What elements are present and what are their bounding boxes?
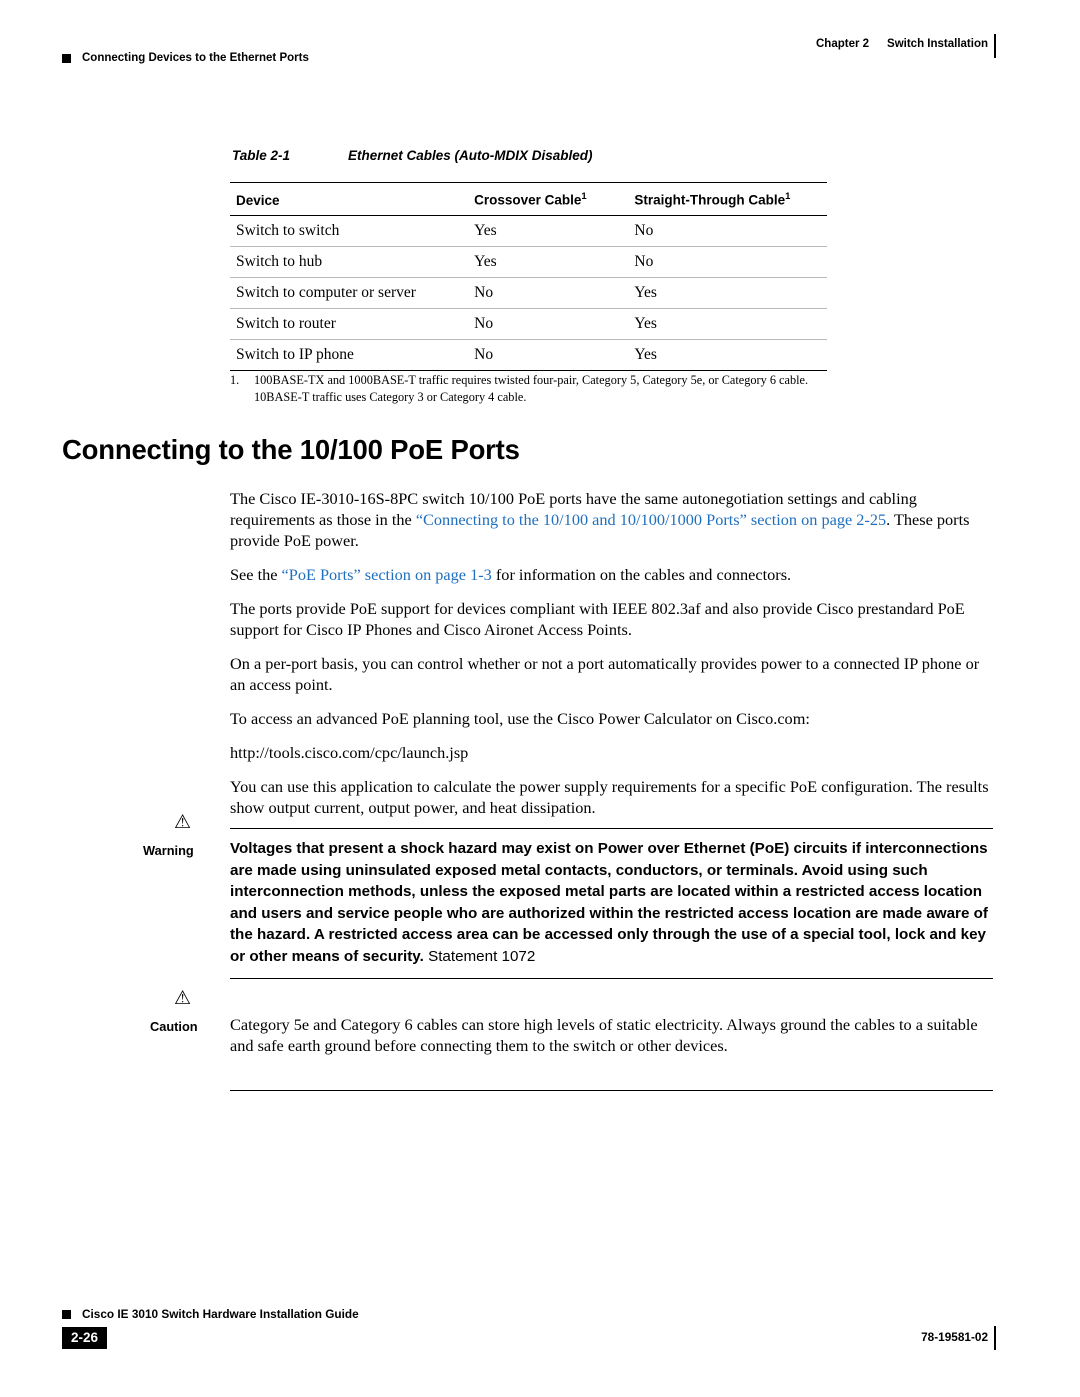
warning-body: Voltages that present a shock hazard may… [230,840,988,965]
warning-icon: ⚠ [174,811,192,833]
paragraph-see-b: for information on the cables and connec… [491,565,792,585]
cell-crossover: Yes [468,215,629,247]
table-col-device-label: Device [236,192,280,208]
warning-top-rule [230,828,993,830]
link-connecting-10-100-ports[interactable]: “Connecting to the 10/100 and 10/100/100… [416,510,886,529]
table-footnote: 1. 100BASE-TX and 1000BASE-T traffic req… [230,372,830,405]
footer-guide-title: Cisco IE 3010 Switch Hardware Installati… [82,1307,359,1321]
ethernet-cables-table: Device Crossover Cable1 Straight-Through… [230,182,827,371]
cell-straight: No [628,215,827,247]
caution-text: Category 5e and Category 6 cables can st… [230,1015,978,1056]
header-section-title: Connecting Devices to the Ethernet Ports [82,52,309,64]
table-footnote-text: 100BASE-TX and 1000BASE-T traffic requir… [254,373,809,404]
header-chapter-title: Switch Installation [887,38,988,50]
paragraph-autonegotiation: The Cisco IE-3010-16S-8PC switch 10/100 … [230,488,993,551]
cell-crossover: No [468,339,629,371]
cell-straight: Yes [628,277,827,309]
cell-crossover: No [468,308,629,340]
paragraph-see-a: See the [230,565,282,585]
header-rule [994,34,996,58]
warning-label: Warning [143,843,194,858]
caution-bottom-rule [230,1090,993,1092]
header-bullet-icon [62,54,71,63]
warning-text: Voltages that present a shock hazard may… [230,838,993,967]
table-row: Switch to IP phone No Yes [230,339,827,371]
paragraph-see-poe-ports: See the “PoE Ports” section on page 1-3 … [230,564,993,585]
cell-straight: No [628,246,827,278]
table-row: Switch to switch Yes No [230,215,827,247]
cell-straight: Yes [628,339,827,371]
cell-device: Switch to hub [230,246,469,278]
table-row: Switch to router No Yes [230,308,827,340]
page-title: Connecting to the 10/100 PoE Ports [62,434,520,465]
cell-crossover: No [468,277,629,309]
table-col-straight: Straight-Through Cable1 [628,182,827,216]
body-content: The Cisco IE-3010-16S-8PC switch 10/100 … [230,488,993,831]
footer-rule [994,1326,996,1350]
cell-device: Switch to IP phone [230,339,469,371]
header-chapter-info: Chapter 2 Switch Installation [816,38,988,50]
caution-label: Caution [150,1019,198,1034]
footer-page-number: 2-26 [62,1327,108,1349]
paragraph-per-port: On a per-port basis, you can control whe… [230,654,980,695]
table-row: Switch to hub Yes No [230,246,827,278]
link-poe-ports-section[interactable]: “PoE Ports” section on page 1-3 [282,565,492,584]
table-col-crossover: Crossover Cable1 [468,182,629,216]
paragraph-power-calculator: To access an advanced PoE planning tool,… [230,709,810,729]
table-col-crossover-label: Crossover Cable [474,192,582,208]
table-caption-title: Ethernet Cables (Auto-MDIX Disabled) [348,148,593,163]
table-footnote-number: 1. [230,373,240,387]
cell-crossover: Yes [468,246,629,278]
link-power-calculator-url[interactable]: http://tools.cisco.com/cpc/launch.jsp [230,743,468,762]
table-caption-label: Table 2-1 [232,148,291,163]
cell-straight: Yes [628,308,827,340]
warning-statement: Statement 1072 [423,947,536,965]
paragraph-url: http://tools.cisco.com/cpc/launch.jsp [230,742,993,763]
warning-bottom-rule [230,978,993,980]
table-col-straight-footnote: 1 [785,191,791,202]
paragraph-application: You can use this application to calculat… [230,777,989,818]
table-col-device: Device [230,182,469,216]
cell-device: Switch to switch [230,215,469,247]
caution-icon: ⚠ [174,987,192,1009]
cell-device: Switch to computer or server [230,277,469,309]
cell-device: Switch to router [230,308,469,340]
header-chapter-number: Chapter 2 [815,38,870,50]
table-col-crossover-footnote: 1 [581,191,587,202]
footer-document-number: 78-19581-02 [921,1330,988,1344]
paragraph-poe-support: The ports provide PoE support for device… [230,599,965,640]
footer-bullet-icon [62,1310,71,1319]
table-row: Switch to computer or server No Yes [230,277,827,309]
table-header-row: Device Crossover Cable1 Straight-Through… [230,182,827,216]
page-header: Connecting Devices to the Ethernet Ports… [0,30,1080,76]
table-caption: Table 2-1 Ethernet Cables (Auto-MDIX Disa… [232,148,593,163]
table-col-straight-label: Straight-Through Cable [634,192,786,208]
